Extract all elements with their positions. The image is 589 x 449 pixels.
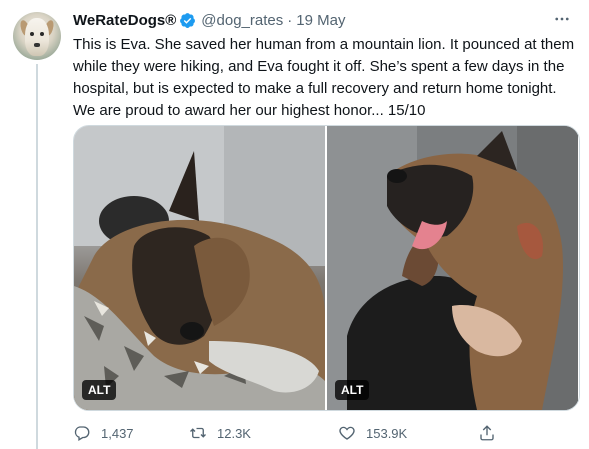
more-dots-icon <box>555 17 569 21</box>
tweet-timestamp[interactable]: 19 May <box>296 12 345 29</box>
heart-icon <box>339 426 355 440</box>
like-button[interactable]: 153.9K <box>338 420 407 446</box>
avatar-face <box>25 18 49 56</box>
alt-badge[interactable]: ALT <box>82 380 117 400</box>
author-handle[interactable]: @dog_rates <box>201 12 283 29</box>
avatar-nose <box>34 43 40 47</box>
dog-lying-illustration <box>74 126 325 410</box>
tweet-text: This is Eva. She saved her human from a … <box>73 36 575 119</box>
retweet-button[interactable]: 12.3K <box>189 420 251 446</box>
reply-icon <box>74 426 90 441</box>
thread-line <box>36 64 38 449</box>
share-icon <box>480 425 494 441</box>
photo-dog-lying[interactable]: ALT <box>74 126 325 410</box>
media-grid: ALT ALT <box>73 125 580 411</box>
author-name[interactable]: WeRateDogs® <box>73 12 176 29</box>
reply-count: 1,437 <box>101 425 134 441</box>
action-bar: 1,437 12.3K 153.9K <box>73 420 513 446</box>
like-count: 153.9K <box>366 425 408 441</box>
more-options-icon[interactable] <box>552 9 572 29</box>
separator-dot: · <box>287 11 293 29</box>
retweet-count: 12.3K <box>217 425 251 441</box>
retweet-icon <box>190 427 206 439</box>
avatar-eye-left <box>30 32 34 36</box>
share-button[interactable] <box>478 420 506 446</box>
photo-dog-standing[interactable]: ALT <box>327 126 578 410</box>
reply-button[interactable]: 1,437 <box>73 420 134 446</box>
avatar-eye-right <box>40 32 44 36</box>
tweet-header: WeRateDogs® @dog_rates · 19 May <box>73 9 345 31</box>
verified-badge-icon <box>180 12 196 28</box>
avatar[interactable] <box>13 12 61 60</box>
dog-standing-illustration <box>327 126 578 410</box>
alt-badge[interactable]: ALT <box>335 380 370 400</box>
